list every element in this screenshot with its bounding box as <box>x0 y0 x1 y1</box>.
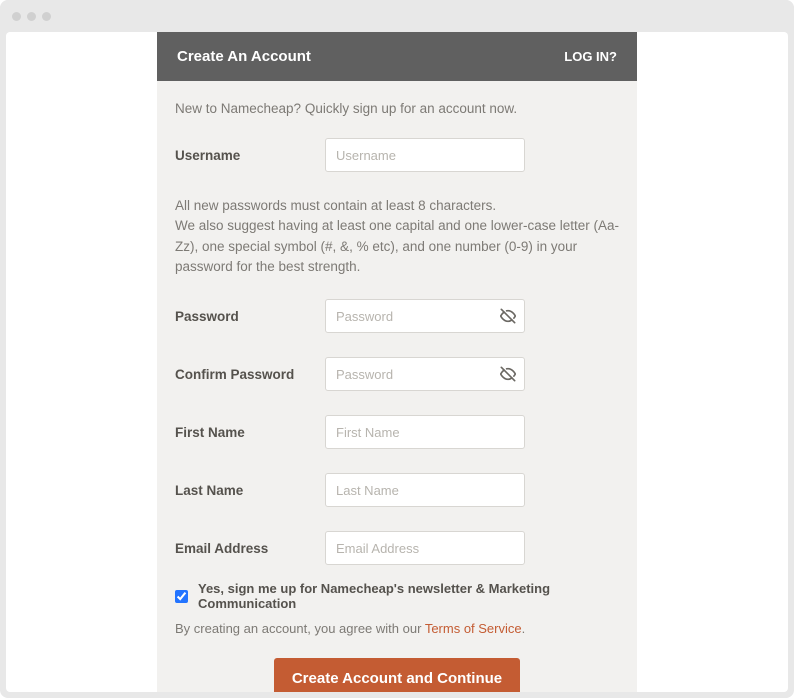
newsletter-checkbox[interactable] <box>175 590 188 603</box>
terms-link[interactable]: Terms of Service <box>425 621 522 636</box>
last-name-label: Last Name <box>175 483 325 498</box>
submit-row: Create Account and Continue <box>175 658 619 692</box>
username-label: Username <box>175 148 325 163</box>
terms-prefix: By creating an account, you agree with o… <box>175 621 425 636</box>
password-note-line2: We also suggest having at least one capi… <box>175 218 619 274</box>
terms-text: By creating an account, you agree with o… <box>175 621 619 636</box>
password-row: Password <box>175 299 619 333</box>
password-input[interactable] <box>325 299 525 333</box>
eye-off-icon[interactable] <box>499 365 517 383</box>
terms-suffix: . <box>522 621 526 636</box>
newsletter-label: Yes, sign me up for Namecheap's newslett… <box>198 581 619 611</box>
email-label: Email Address <box>175 541 325 556</box>
email-input-wrap <box>325 531 525 565</box>
confirm-password-label: Confirm Password <box>175 367 325 382</box>
browser-titlebar <box>0 0 794 32</box>
newsletter-row: Yes, sign me up for Namecheap's newslett… <box>175 581 619 611</box>
first-name-input-wrap <box>325 415 525 449</box>
confirm-password-row: Confirm Password <box>175 357 619 391</box>
username-input-wrap <box>325 138 525 172</box>
signup-card: Create An Account LOG IN? New to Nameche… <box>157 32 637 692</box>
eye-off-icon[interactable] <box>499 307 517 325</box>
username-input[interactable] <box>325 138 525 172</box>
confirm-password-input-wrap <box>325 357 525 391</box>
last-name-input-wrap <box>325 473 525 507</box>
email-row: Email Address <box>175 531 619 565</box>
username-row: Username <box>175 138 619 172</box>
card-header: Create An Account LOG IN? <box>157 32 637 81</box>
browser-content: Create An Account LOG IN? New to Nameche… <box>6 32 788 692</box>
last-name-input[interactable] <box>325 473 525 507</box>
window-dot <box>42 12 51 21</box>
login-link[interactable]: LOG IN? <box>564 49 617 64</box>
password-note: All new passwords must contain at least … <box>175 196 619 277</box>
first-name-row: First Name <box>175 415 619 449</box>
browser-frame: Create An Account LOG IN? New to Nameche… <box>0 0 794 698</box>
password-note-line1: All new passwords must contain at least … <box>175 198 496 213</box>
create-account-button[interactable]: Create Account and Continue <box>274 658 520 692</box>
window-dot <box>12 12 21 21</box>
password-label: Password <box>175 309 325 324</box>
last-name-row: Last Name <box>175 473 619 507</box>
password-input-wrap <box>325 299 525 333</box>
card-body: New to Namecheap? Quickly sign up for an… <box>157 81 637 692</box>
intro-text: New to Namecheap? Quickly sign up for an… <box>175 101 619 116</box>
email-input[interactable] <box>325 531 525 565</box>
card-title: Create An Account <box>177 48 311 65</box>
confirm-password-input[interactable] <box>325 357 525 391</box>
window-dot <box>27 12 36 21</box>
first-name-input[interactable] <box>325 415 525 449</box>
first-name-label: First Name <box>175 425 325 440</box>
